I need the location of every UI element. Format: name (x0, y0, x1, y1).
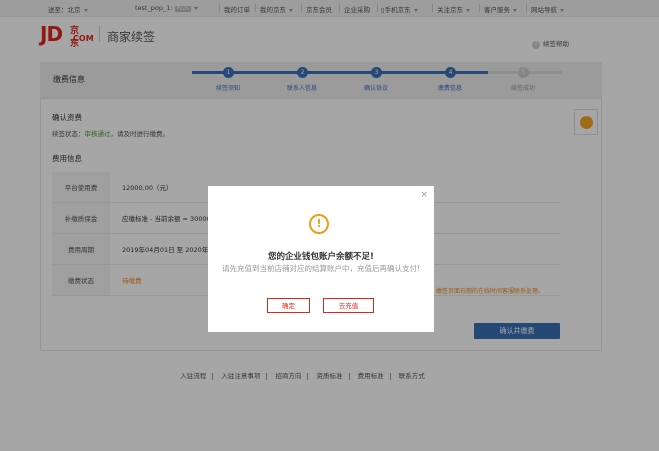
dialog-message: 请先充值到当前店铺对应的结算账户中，充值后再确认支付! (222, 264, 421, 273)
dialog-title: 您的企业钱包账户余额不足! (268, 252, 374, 262)
close-icon[interactable]: × (420, 190, 428, 200)
recharge-button[interactable]: 去充值 (323, 298, 374, 313)
exclamation-circle-icon: ! (309, 214, 329, 234)
ok-button[interactable]: 确定 (267, 298, 310, 313)
insufficient-balance-dialog: × ! 您的企业钱包账户余额不足! 请先充值到当前店铺对应的结算账户中，充值后再… (208, 186, 434, 332)
